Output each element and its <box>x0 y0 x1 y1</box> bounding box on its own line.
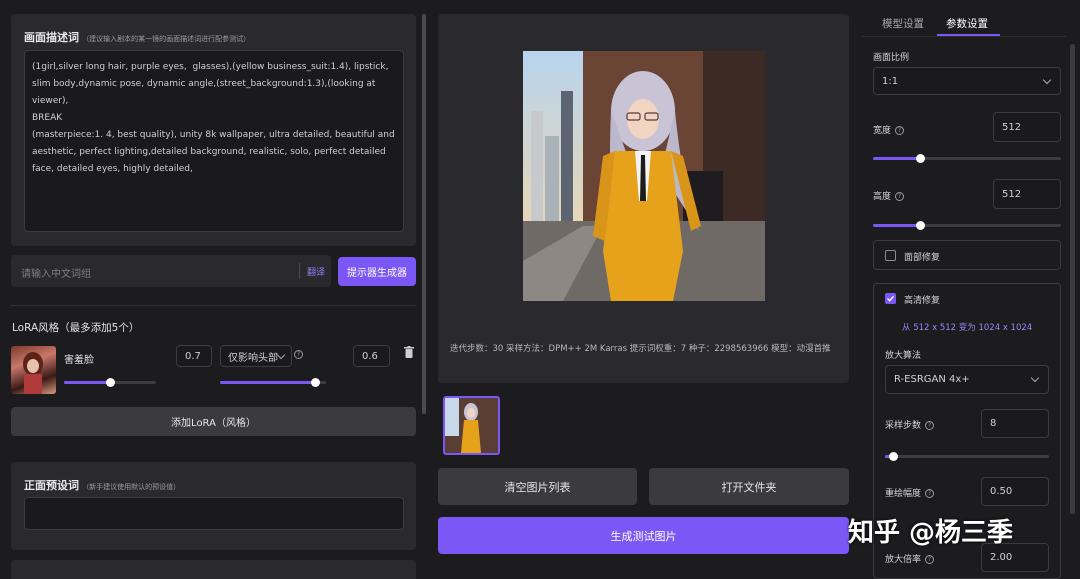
hires-info: 从 512 x 512 变为 1024 x 1024 <box>902 323 1033 333</box>
denoise-label-text: 重绘幅度 <box>885 489 922 499</box>
slider-fill <box>873 224 920 227</box>
bottom-panel <box>11 560 416 579</box>
lora-mode-value-input[interactable]: 0.6 <box>353 345 390 367</box>
scale-label: 放大倍率? <box>885 552 935 565</box>
section-divider <box>11 305 416 306</box>
width-label: 宽度? <box>873 123 905 136</box>
face-fix-label: 面部修复 <box>904 253 941 263</box>
chevron-down-icon <box>276 350 286 360</box>
ratio-select[interactable]: 1:1 <box>873 67 1061 95</box>
steps-label: 采样步数? <box>885 418 935 431</box>
hires-fix-label: 高清修复 <box>904 296 941 306</box>
denoise-label: 重绘幅度? <box>885 486 935 499</box>
slider-track <box>220 378 326 387</box>
tab-param-settings[interactable]: 参数设置 <box>946 16 988 31</box>
watermark-text: 知乎 @杨三季 <box>848 518 1014 548</box>
lora-weight-input[interactable]: 0.7 <box>176 345 212 367</box>
generation-info: 迭代步数：30 采样方法：DPM++ 2M Karras 提示词权重：7 种子：… <box>450 344 831 354</box>
height-label-text: 高度 <box>873 192 892 202</box>
cn-input-row: 请输入中文词组 翻译 <box>11 255 331 287</box>
prompt-panel: 画面描述词 （建议输入剧本的某一镜的画面描述词进行配参测试） (1girl,si… <box>11 14 416 246</box>
cn-input[interactable]: 请输入中文词组 <box>21 265 91 280</box>
tabs-divider <box>862 36 1066 37</box>
scale-label-text: 放大倍率 <box>885 555 922 565</box>
slider-track <box>885 452 1049 461</box>
steps-input[interactable]: 8 <box>981 409 1049 438</box>
trash-icon[interactable] <box>404 346 414 358</box>
slider-knob[interactable] <box>311 378 321 387</box>
height-input[interactable]: 512 <box>993 179 1061 209</box>
help-icon: ? <box>895 126 905 135</box>
upscaler-label: 放大算法 <box>885 351 922 361</box>
hires-fix-checkbox[interactable] <box>885 293 896 304</box>
positive-preset-hint: （新手建议使用默认的预设值） <box>82 483 181 491</box>
positive-preset-textarea[interactable] <box>24 497 404 530</box>
preview-image[interactable] <box>523 51 765 301</box>
help-icon: ? <box>925 489 935 498</box>
lora-mode-select[interactable]: 仅影响头部 <box>220 345 292 367</box>
slider-fill <box>220 381 316 384</box>
height-label: 高度? <box>873 189 905 202</box>
open-folder-button[interactable]: 打开文件夹 <box>649 468 849 505</box>
steps-slider[interactable] <box>885 452 1049 461</box>
help-icon: ? <box>925 421 935 430</box>
slider-fill <box>64 381 110 384</box>
height-slider[interactable] <box>873 221 1061 230</box>
slider-track <box>873 154 1061 163</box>
translate-link[interactable]: 翻译 <box>307 265 325 278</box>
lora-weight-slider[interactable] <box>64 378 156 387</box>
add-lora-button[interactable]: 添加LoRA（风格） <box>11 407 416 436</box>
divider <box>299 263 300 279</box>
lora-mode-label: 仅影响头部 <box>228 352 278 364</box>
left-scrollbar[interactable] <box>422 14 426 414</box>
help-icon: ? <box>925 555 935 564</box>
slider-knob[interactable] <box>106 378 115 387</box>
watermark: 知乎 @杨三季 <box>848 512 1013 549</box>
slider-track <box>64 378 156 387</box>
prompt-title: 画面描述词 <box>24 31 79 44</box>
slider-knob[interactable] <box>916 154 925 163</box>
width-slider[interactable] <box>873 154 1061 163</box>
lora-name: 害羞脸 <box>64 355 94 366</box>
prompt-textarea[interactable]: (1girl,silver long hair, purple eyes, gl… <box>24 50 404 232</box>
help-icon: ? <box>294 350 303 359</box>
generate-button[interactable]: 生成测试图片 <box>438 517 849 554</box>
positive-preset-panel: 正面预设词 （新手建议使用默认的预设值） <box>11 462 416 550</box>
upscaler-select[interactable]: R-ESRGAN 4x+ <box>885 365 1049 394</box>
prompt-generator-button[interactable]: 提示器生成器 <box>338 257 416 286</box>
prompt-hint: （建议输入剧本的某一镜的画面描述词进行配参测试） <box>82 35 251 43</box>
check-icon <box>887 295 895 302</box>
positive-preset-title: 正面预设词 <box>24 479 79 492</box>
lora-mode-slider[interactable] <box>220 378 326 387</box>
steps-label-text: 采样步数 <box>885 421 922 431</box>
lora-thumbnail <box>11 346 56 394</box>
width-label-text: 宽度 <box>873 126 892 136</box>
right-scrollbar[interactable] <box>1070 44 1075 514</box>
chevron-down-icon <box>1042 75 1052 85</box>
clear-images-button[interactable]: 清空图片列表 <box>438 468 637 505</box>
help-icon: ? <box>895 192 905 201</box>
upscaler-value: R-ESRGAN 4x+ <box>894 374 970 385</box>
width-input[interactable]: 512 <box>993 112 1061 142</box>
slider-knob[interactable] <box>889 452 899 461</box>
tab-model-settings[interactable]: 模型设置 <box>882 16 924 31</box>
thumbnail-selected[interactable] <box>443 396 500 455</box>
ratio-value: 1:1 <box>882 75 899 87</box>
slider-track <box>873 221 1061 230</box>
slider-fill <box>873 157 920 160</box>
face-fix-row[interactable]: 面部修复 <box>873 240 1061 270</box>
preview-panel: 迭代步数：30 采样方法：DPM++ 2M Karras 提示词权重：7 种子：… <box>438 14 849 383</box>
lora-title: LoRA风格（最多添加5个） <box>12 322 140 334</box>
denoise-input[interactable]: 0.50 <box>981 477 1049 506</box>
ratio-label: 画面比例 <box>873 53 910 63</box>
face-fix-checkbox[interactable] <box>885 250 896 261</box>
slider-knob[interactable] <box>916 221 925 230</box>
chevron-down-icon <box>1030 373 1040 383</box>
